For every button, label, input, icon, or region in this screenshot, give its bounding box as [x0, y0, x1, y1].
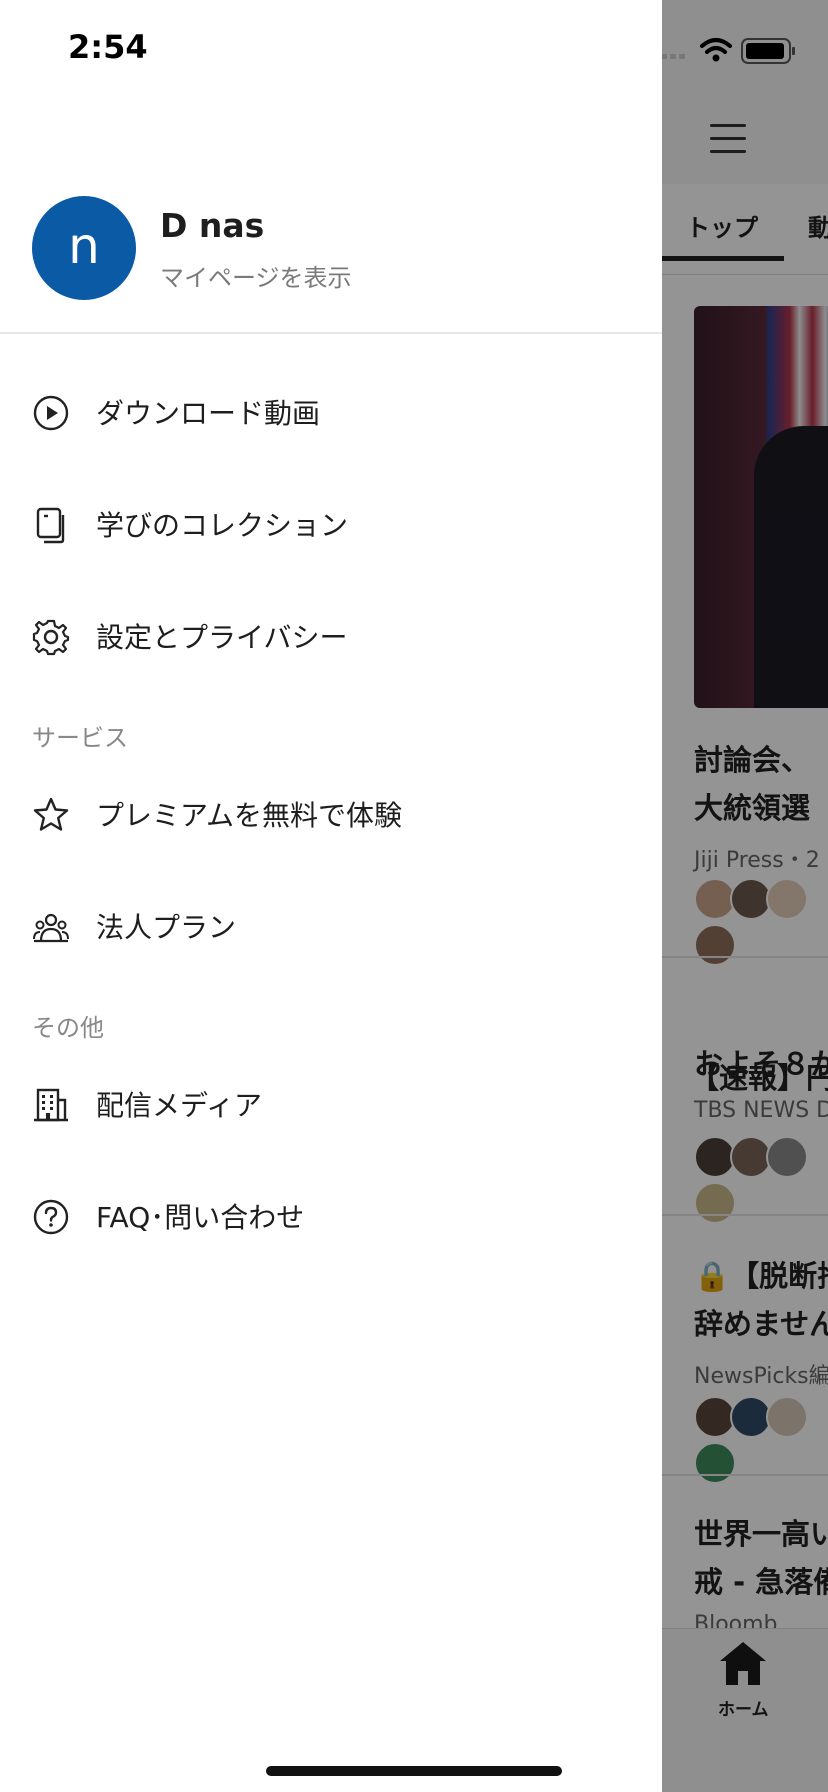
dim-overlay[interactable] — [662, 0, 828, 1792]
people-icon — [33, 913, 69, 943]
menu-label: 設定とプライバシー — [96, 621, 348, 654]
menu-label: 学びのコレクション — [96, 509, 349, 542]
menu-item-settings[interactable]: 設定とプライバシー — [0, 596, 662, 676]
menu-item-downloads[interactable]: ダウンロード動画 — [0, 372, 662, 452]
profile-divider — [0, 332, 662, 334]
status-icons — [650, 28, 820, 76]
menu-item-media[interactable]: 配信メディア — [0, 1064, 662, 1144]
menu-label: ダウンロード動画 — [96, 397, 321, 430]
building-icon — [34, 1088, 68, 1122]
view-mypage-link[interactable]: マイページを表示 — [160, 258, 352, 293]
menu-label: 配信メディア — [96, 1089, 263, 1122]
menu-item-business[interactable]: 法人プラン — [0, 886, 662, 966]
section-header-services: サービス — [32, 724, 128, 752]
gear-icon — [32, 619, 70, 656]
side-drawer: 2:54 n D nas マイページを表示 ダウンロード動画 学びのコレクション… — [0, 0, 662, 1792]
battery-icon — [741, 38, 795, 64]
avatar[interactable]: n — [32, 196, 136, 300]
status-time: 2:54 — [68, 28, 148, 66]
menu-label: FAQ･問い合わせ — [96, 1201, 305, 1234]
menu-label: 法人プラン — [96, 911, 237, 944]
menu-item-premium[interactable]: プレミアムを無料で体験 — [0, 774, 662, 854]
section-header-other: その他 — [32, 1014, 104, 1042]
play-circle-icon — [33, 395, 69, 431]
star-icon — [33, 797, 69, 831]
collection-icon — [36, 507, 65, 544]
menu-item-faq[interactable]: FAQ･問い合わせ — [0, 1176, 662, 1256]
menu-label: プレミアムを無料で体験 — [96, 799, 403, 832]
wifi-icon — [700, 38, 732, 54]
menu-item-collection[interactable]: 学びのコレクション — [0, 484, 662, 564]
question-circle-icon — [33, 1199, 69, 1235]
profile-name[interactable]: D nas — [160, 206, 264, 245]
home-indicator[interactable] — [266, 1766, 562, 1776]
